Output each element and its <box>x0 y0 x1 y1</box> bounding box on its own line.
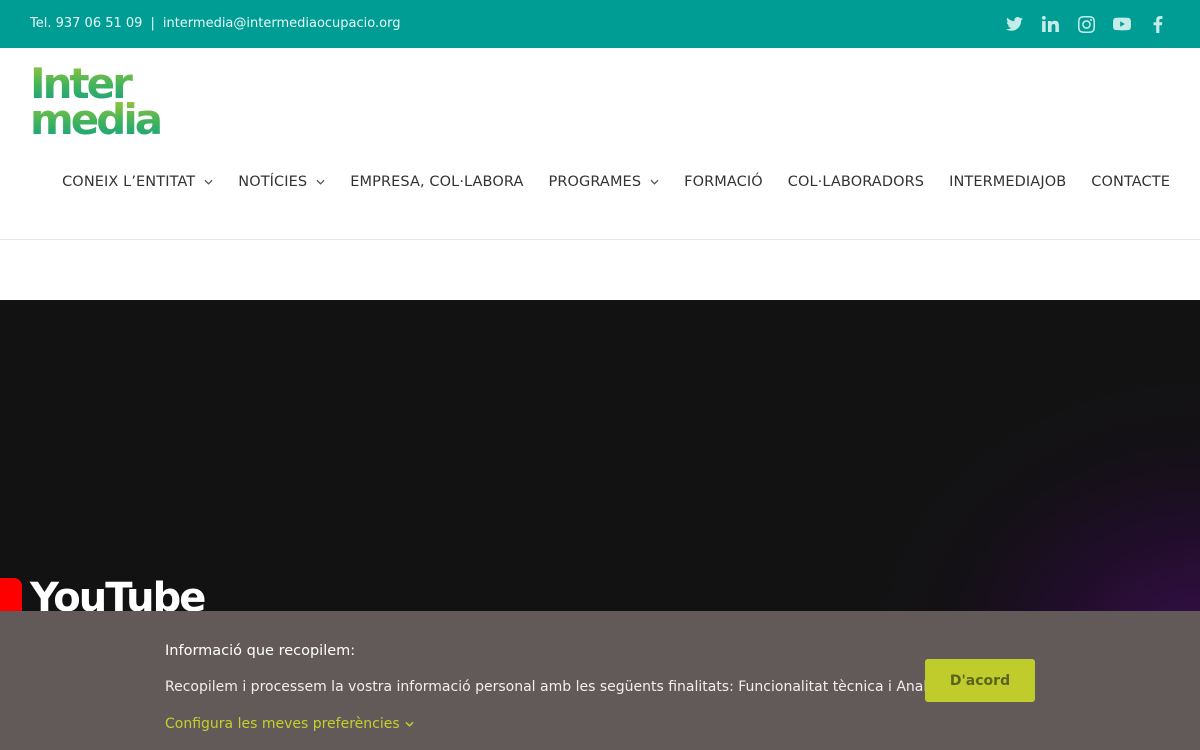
nav-item-formacio[interactable]: FORMACIÓ <box>684 174 763 190</box>
chevron-down-icon <box>204 179 213 185</box>
cookie-config-link[interactable]: Configura les meves preferències <box>165 716 414 732</box>
site-header: Inter media CONEIX L’ENTITAT NOTÍCIES EM… <box>0 48 1200 240</box>
social-links <box>996 14 1176 34</box>
cookie-banner: Informació que recopilem: Recopilem i pr… <box>0 611 1200 750</box>
nav-item-intermediajob[interactable]: INTERMEDIAJOB <box>949 174 1066 190</box>
main-nav: CONEIX L’ENTITAT NOTÍCIES EMPRESA, COL·L… <box>37 174 1170 190</box>
nav-item-label: COL·LABORADORS <box>787 174 925 190</box>
email-link[interactable]: intermedia@intermediaocupacio.org <box>163 16 401 31</box>
cookie-config-label: Configura les meves preferències <box>165 716 400 732</box>
nav-item-label: NOTÍCIES <box>238 174 308 190</box>
contact-info: Tel. 937 06 51 09 | intermedia@intermediao… <box>30 16 400 31</box>
nav-item-contacte[interactable]: CONTACTE <box>1091 174 1170 190</box>
youtube-icon[interactable] <box>1104 14 1140 34</box>
linkedin-icon[interactable] <box>1032 14 1068 34</box>
nav-item-noticies[interactable]: NOTÍCIES <box>238 174 325 190</box>
chevron-down-icon <box>316 179 325 185</box>
twitter-icon[interactable] <box>996 14 1032 34</box>
contact-separator: | <box>150 16 155 31</box>
nav-item-programes[interactable]: PROGRAMES <box>548 174 659 190</box>
nav-item-label: CONTACTE <box>1091 174 1170 190</box>
instagram-icon[interactable] <box>1068 14 1104 34</box>
chevron-down-icon <box>405 721 414 727</box>
chevron-down-icon <box>650 179 659 185</box>
cookie-title: Informació que recopilem: <box>165 643 356 659</box>
accept-cookies-button[interactable]: D'acord <box>925 659 1035 702</box>
nav-item-empresa-collabora[interactable]: EMPRESA, COL·LABORA <box>350 174 523 190</box>
nav-item-label: CONEIX L’ENTITAT <box>62 174 196 190</box>
nav-item-label: PROGRAMES <box>548 174 642 190</box>
nav-item-label: FORMACIÓ <box>684 174 763 190</box>
facebook-icon[interactable] <box>1140 14 1176 34</box>
site-logo[interactable]: Inter media <box>30 59 172 144</box>
phone-text: Tel. 937 06 51 09 <box>30 16 143 31</box>
nav-item-collaboradors[interactable]: COL·LABORADORS <box>788 174 924 190</box>
nav-item-label: EMPRESA, COL·LABORA <box>350 174 524 190</box>
svg-text:media: media <box>30 95 161 138</box>
cookie-text: Recopilem i processem la vostra informac… <box>165 679 995 695</box>
top-bar: Tel. 937 06 51 09 | intermedia@intermediao… <box>0 0 1200 48</box>
nav-item-label: INTERMEDIAJOB <box>949 174 1067 190</box>
nav-item-coneix-entitat[interactable]: CONEIX L’ENTITAT <box>62 174 213 190</box>
